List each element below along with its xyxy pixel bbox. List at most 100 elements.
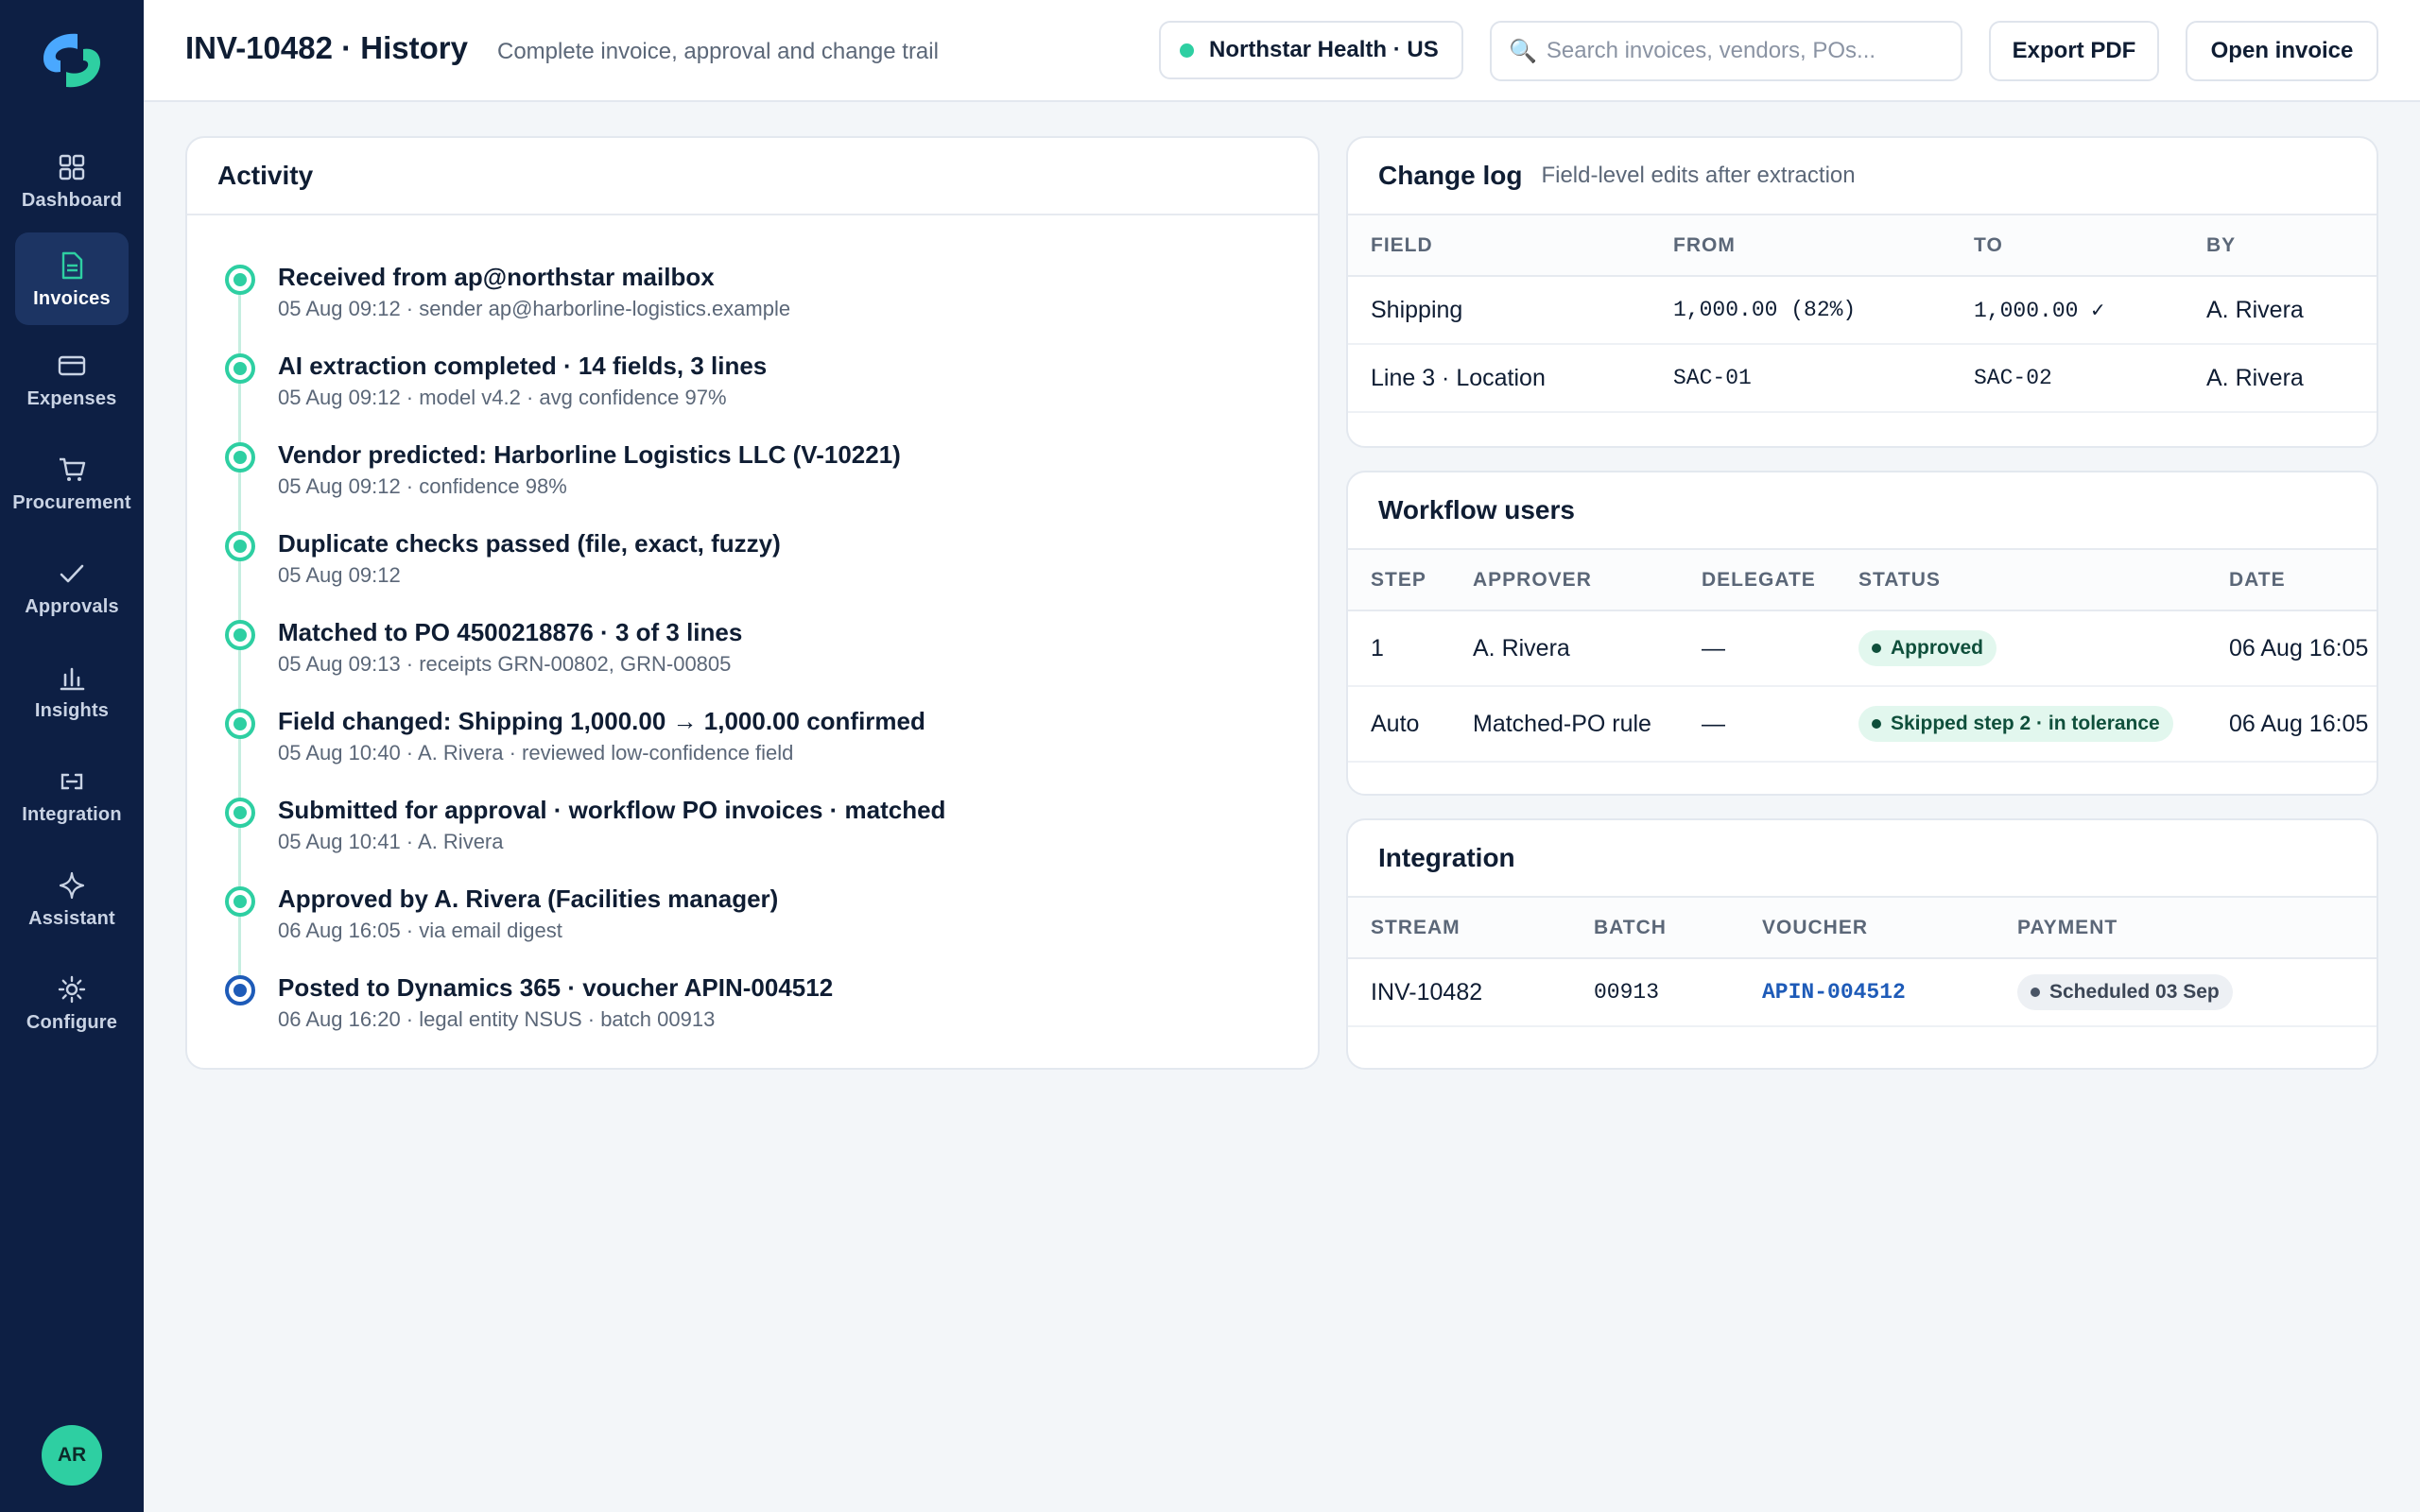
timeline-item: Vendor predicted: Harborline Logistics L… bbox=[187, 433, 1318, 522]
table-cell: Shipping bbox=[1348, 276, 1651, 345]
card-header: Activity bbox=[187, 138, 1318, 215]
timeline-meta: 05 Aug 10:41 · A. Rivera bbox=[278, 830, 504, 853]
card-icon bbox=[55, 349, 89, 383]
table-cell: INV-10482 bbox=[1348, 958, 1571, 1027]
column-header: FROM bbox=[1651, 215, 1951, 277]
nav-approvals[interactable]: Approvals bbox=[15, 541, 129, 633]
table-cell: Line 3 · Location bbox=[1348, 344, 1651, 413]
timeline-dot-icon bbox=[225, 442, 255, 472]
timeline-item: Received from ap@northstar mailbox 05 Au… bbox=[187, 255, 1318, 344]
workflow-users-card: Workflow users STEP APPROVER DELEGATE ST… bbox=[1346, 471, 2378, 796]
nav-invoices[interactable]: Invoices bbox=[15, 232, 129, 325]
timeline-dot-icon bbox=[225, 265, 255, 295]
status-badge-label: Approved bbox=[1891, 637, 1984, 659]
timeline-dot-icon bbox=[225, 886, 255, 917]
table-row[interactable]: Line 3 · Location SAC-01 SAC-02 A. River… bbox=[1348, 344, 2377, 413]
open-invoice-button[interactable]: Open invoice bbox=[2186, 21, 2378, 81]
workflow-table: STEP APPROVER DELEGATE STATUS DATE 1 A. … bbox=[1348, 550, 2377, 763]
activity-title: Activity bbox=[217, 161, 314, 190]
page-title: INV-10482 · History bbox=[185, 30, 468, 65]
table-cell: — bbox=[1679, 686, 1836, 763]
timeline-item: Posted to Dynamics 365 · voucher APIN-00… bbox=[187, 966, 1318, 1055]
timeline-item: Submitted for approval · workflow PO inv… bbox=[187, 788, 1318, 877]
card-header: Integration bbox=[1348, 820, 2377, 898]
status-dot-icon bbox=[1872, 644, 1881, 653]
nav-label: Integration bbox=[22, 803, 122, 825]
nav-dashboard[interactable]: Dashboard bbox=[15, 134, 129, 227]
table-row[interactable]: Shipping 1,000.00 (82%) 1,000.00 ✓ A. Ri… bbox=[1348, 276, 2377, 345]
timeline-meta: 05 Aug 09:13 · receipts GRN-00802, GRN-0… bbox=[278, 652, 732, 676]
payment-badge-label: Scheduled 03 Sep bbox=[2049, 981, 2220, 1003]
check-icon bbox=[55, 557, 89, 591]
entity-label: Northstar Health · US bbox=[1209, 37, 1439, 62]
payment-badge: Scheduled 03 Sep bbox=[2017, 974, 2233, 1010]
table-cell: A. Rivera bbox=[1450, 610, 1679, 687]
column-header: TO bbox=[1951, 215, 2184, 277]
nav-expenses[interactable]: Expenses bbox=[15, 333, 129, 425]
timeline-dot-icon bbox=[225, 353, 255, 384]
status-dot-icon bbox=[2031, 988, 2040, 997]
table-cell: Scheduled 03 Sep bbox=[1995, 958, 2377, 1027]
page-subtitle: Complete invoice, approval and change tr… bbox=[497, 39, 939, 64]
app-logo[interactable] bbox=[36, 26, 108, 94]
table-row[interactable]: 1 A. Rivera — Approved 06 Aug 16:05 bbox=[1348, 610, 2377, 687]
export-pdf-button[interactable]: Export PDF bbox=[1989, 21, 2159, 81]
table-row[interactable]: Auto Matched-PO rule — Skipped step 2 · … bbox=[1348, 686, 2377, 763]
timeline-title: Vendor predicted: Harborline Logistics L… bbox=[278, 440, 901, 469]
table-cell: SAC-01 bbox=[1651, 344, 1951, 413]
search-input[interactable]: 🔍 Search invoices, vendors, POs... bbox=[1490, 21, 1962, 81]
column-header: PAYMENT bbox=[1995, 898, 2377, 959]
timeline-title: Received from ap@northstar mailbox bbox=[278, 263, 715, 291]
column-header: DATE bbox=[2206, 550, 2377, 611]
table-cell: 06 Aug 16:05 bbox=[2206, 610, 2377, 687]
status-badge: Skipped step 2 · in tolerance bbox=[1858, 706, 2173, 742]
sidebar: Dashboard Invoices Expenses Procurement … bbox=[0, 0, 144, 1512]
nav-procurement[interactable]: Procurement bbox=[12, 437, 131, 529]
document-icon bbox=[55, 249, 89, 283]
link-icon bbox=[55, 765, 89, 799]
timeline-dot-icon bbox=[225, 709, 255, 739]
avatar[interactable]: AR bbox=[42, 1425, 102, 1486]
nav-label: Dashboard bbox=[21, 189, 123, 211]
column-header: STEP bbox=[1348, 550, 1450, 611]
timeline-title: AI extraction completed · 14 fields, 3 l… bbox=[278, 352, 768, 380]
search-icon: 🔍 bbox=[1509, 38, 1537, 64]
table-header-row: FIELD FROM TO BY bbox=[1348, 215, 2377, 277]
table-cell: Auto bbox=[1348, 686, 1450, 763]
timeline-title: Approved by A. Rivera (Facilities manage… bbox=[278, 885, 779, 913]
timeline-item: AI extraction completed · 14 fields, 3 l… bbox=[187, 344, 1318, 433]
timeline-title: Duplicate checks passed (file, exact, fu… bbox=[278, 529, 781, 558]
entity-selector[interactable]: Northstar Health · US bbox=[1159, 21, 1463, 79]
table-cell: — bbox=[1679, 610, 1836, 687]
table-header-row: STREAM BATCH VOUCHER PAYMENT bbox=[1348, 898, 2377, 959]
column-header: STREAM bbox=[1348, 898, 1571, 959]
nav-configure[interactable]: Configure bbox=[15, 956, 129, 1049]
timeline-meta: 05 Aug 09:12 · model v4.2 · avg confiden… bbox=[278, 386, 727, 409]
cart-icon bbox=[55, 453, 89, 487]
table-cell: SAC-02 bbox=[1951, 344, 2184, 413]
timeline-meta: 05 Aug 10:40 · A. Rivera · reviewed low-… bbox=[278, 741, 794, 765]
timeline-meta: 05 Aug 09:12 · confidence 98% bbox=[278, 474, 567, 498]
timeline-dot-icon bbox=[225, 531, 255, 561]
change-log-title: Change log bbox=[1378, 161, 1523, 190]
timeline-dot-icon bbox=[225, 620, 255, 650]
nav-assistant[interactable]: Assistant bbox=[15, 852, 129, 945]
table-cell: A. Rivera bbox=[2184, 276, 2377, 345]
nav-label: Insights bbox=[34, 699, 110, 721]
nav-insights[interactable]: Insights bbox=[15, 644, 129, 737]
status-dot-icon bbox=[1180, 43, 1194, 58]
search-placeholder: Search invoices, vendors, POs... bbox=[1546, 38, 1876, 63]
sparkle-icon bbox=[55, 868, 89, 902]
nav-integration[interactable]: Integration bbox=[15, 748, 129, 841]
timeline-item: Matched to PO 4500218876 · 3 of 3 lines … bbox=[187, 610, 1318, 699]
voucher-link[interactable]: APIN-004512 bbox=[1739, 958, 1995, 1027]
nav-label: Invoices bbox=[33, 287, 111, 309]
table-row[interactable]: INV-10482 00913 APIN-004512 Scheduled 03… bbox=[1348, 958, 2377, 1027]
timeline-meta: 05 Aug 09:12 · sender ap@harborline-logi… bbox=[278, 297, 791, 320]
nav-label: Assistant bbox=[28, 907, 115, 929]
timeline-item: Field changed: Shipping 1,000.00 → 1,000… bbox=[187, 699, 1318, 788]
status-badge: Approved bbox=[1858, 630, 1997, 666]
dashboard-icon bbox=[55, 150, 89, 184]
integration-card: Integration STREAM BATCH VOUCHER PAYMENT… bbox=[1346, 818, 2378, 1070]
column-header: FIELD bbox=[1348, 215, 1651, 277]
